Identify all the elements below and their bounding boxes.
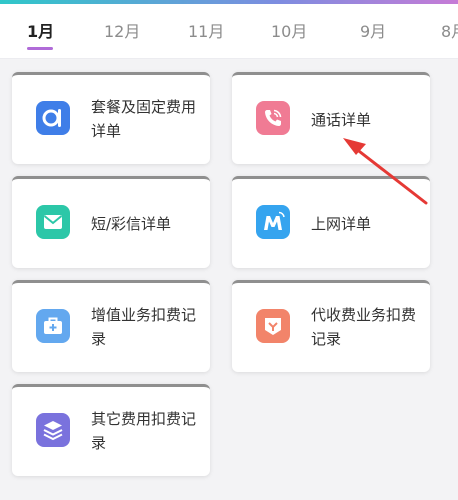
tab-december[interactable]: 12月 xyxy=(104,18,140,42)
card-sms-mms-detail[interactable]: 短/彩信详单 xyxy=(12,176,210,268)
tab-january[interactable]: 1月 xyxy=(27,18,54,42)
phone-icon xyxy=(256,101,290,135)
collection-icon xyxy=(256,309,290,343)
card-label: 其它费用扣费记录 xyxy=(91,410,197,452)
active-tab-indicator xyxy=(27,47,53,50)
card-label: 套餐及固定费用详单 xyxy=(91,98,197,140)
card-call-detail[interactable]: 通话详单 xyxy=(232,72,430,164)
card-label: 增值业务扣费记录 xyxy=(91,306,197,348)
package-icon xyxy=(36,101,70,135)
card-package-fixed-fee-detail[interactable]: 套餐及固定费用详单 xyxy=(12,72,210,164)
card-other-fees-record[interactable]: 其它费用扣费记录 xyxy=(12,384,210,476)
other-fees-icon xyxy=(36,413,70,447)
internet-icon xyxy=(256,205,290,239)
message-icon xyxy=(36,205,70,239)
tab-november[interactable]: 11月 xyxy=(188,18,224,42)
card-label: 短/彩信详单 xyxy=(91,215,172,233)
card-collection-service-record[interactable]: 代收费业务扣费记录 xyxy=(232,280,430,372)
value-added-icon xyxy=(36,309,70,343)
tab-august[interactable]: 8月 xyxy=(441,18,458,42)
tab-september[interactable]: 9月 xyxy=(360,18,386,42)
card-internet-detail[interactable]: 上网详单 xyxy=(232,176,430,268)
card-label: 上网详单 xyxy=(311,215,372,233)
card-label: 通话详单 xyxy=(311,111,372,129)
month-tabs: 1月 12月 11月 10月 9月 8月 xyxy=(0,4,458,59)
card-label: 代收费业务扣费记录 xyxy=(311,306,417,348)
tab-october[interactable]: 10月 xyxy=(271,18,307,42)
card-value-added-service-record[interactable]: 增值业务扣费记录 xyxy=(12,280,210,372)
